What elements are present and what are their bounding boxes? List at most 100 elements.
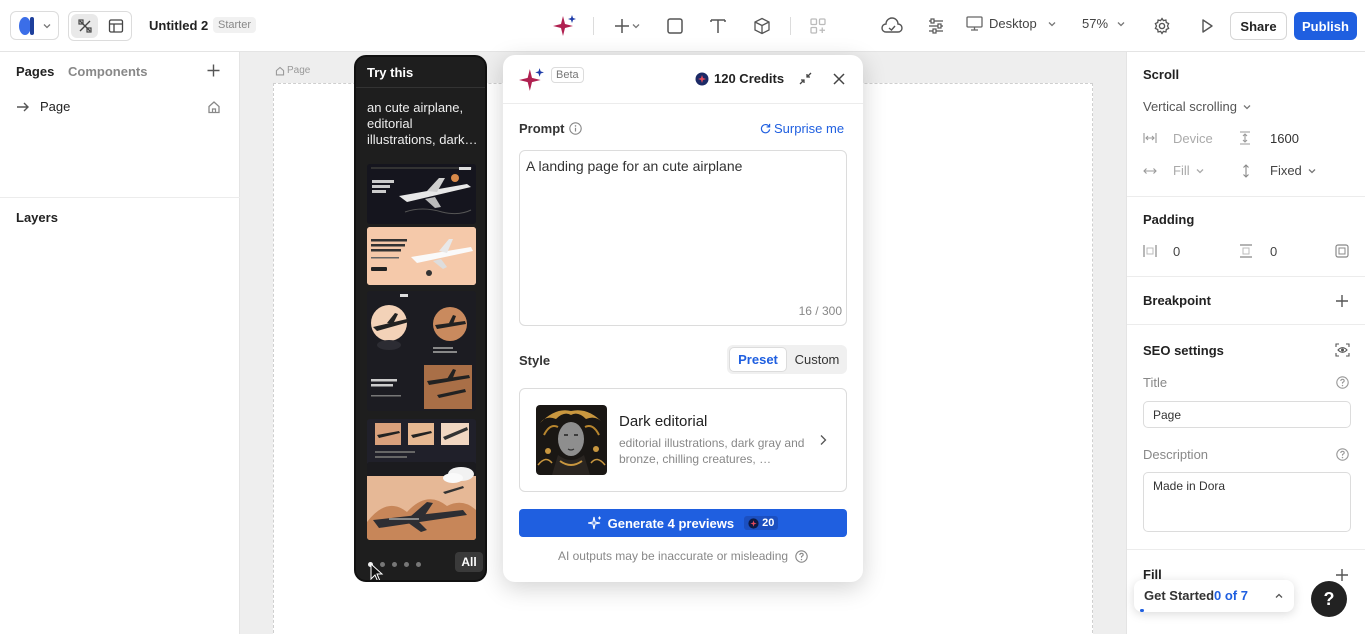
rectangle-tool-button[interactable]	[661, 12, 689, 40]
close-button[interactable]	[832, 72, 846, 86]
credits-display[interactable]: 120 Credits	[695, 71, 784, 86]
tab-custom[interactable]: Custom	[789, 347, 845, 372]
scroll-section: Scroll Vertical scrolling Device 1600 Fi…	[1127, 52, 1365, 197]
play-icon	[1202, 19, 1213, 33]
plus-icon[interactable]	[1335, 568, 1349, 582]
page-list-item[interactable]: Page	[16, 98, 226, 116]
breakpoint-section: Breakpoint	[1127, 277, 1365, 325]
try-this-panel: Try this an cute airplane, editorial ill…	[354, 55, 487, 582]
get-started-label: Get Started	[1144, 588, 1215, 603]
airplane-illustration	[367, 164, 476, 224]
text-icon	[710, 19, 726, 33]
tab-pages[interactable]: Pages	[16, 64, 54, 79]
example-thumbnail[interactable]	[367, 462, 476, 540]
padding-y-icon	[1240, 244, 1252, 258]
eye-icon[interactable]	[1335, 343, 1350, 357]
top-toolbar: Untitled 2 Starter Desktop 57% Share Pub…	[0, 0, 1365, 52]
scroll-mode-value: Vertical scrolling	[1143, 99, 1237, 114]
share-button[interactable]: Share	[1230, 12, 1287, 40]
plus-icon[interactable]	[1335, 294, 1349, 308]
all-label: All	[461, 555, 477, 569]
example-prompt[interactable]: an cute airplane, editorial illustration…	[367, 100, 479, 148]
breakpoint-title: Breakpoint	[1143, 293, 1211, 308]
home-icon	[275, 66, 285, 75]
preview-button[interactable]	[1193, 12, 1221, 40]
tab-preset[interactable]: Preset	[729, 347, 787, 372]
pagination-dot[interactable]	[416, 562, 421, 567]
collapse-button[interactable]	[799, 72, 812, 85]
divider	[356, 87, 485, 88]
grid-plus-icon	[810, 18, 826, 34]
zoom-select[interactable]: 57%	[1082, 16, 1126, 31]
chevron-right-icon	[820, 435, 827, 445]
seo-title-input[interactable]: Page	[1143, 401, 1351, 428]
char-count: 16 / 300	[798, 304, 842, 318]
components-button[interactable]	[804, 12, 832, 40]
info-icon[interactable]	[569, 122, 582, 135]
cms-mode-button[interactable]	[102, 14, 129, 38]
horizontal-resize-icon	[1143, 168, 1157, 174]
surprise-me-button[interactable]: Surprise me	[760, 121, 844, 136]
tab-components[interactable]: Components	[68, 64, 147, 79]
prompt-textarea[interactable]: A landing page for an cute airplane 16 /…	[519, 150, 847, 326]
device-select[interactable]: Desktop	[966, 16, 1057, 31]
plus-icon	[207, 64, 220, 77]
height-value-field[interactable]: 1600	[1270, 131, 1299, 146]
table-icon	[108, 19, 123, 33]
home-icon	[208, 101, 220, 114]
arrange-button[interactable]	[922, 12, 950, 40]
seo-description-textarea[interactable]: Made in Dora	[1143, 472, 1351, 532]
ai-generate-button[interactable]	[551, 12, 579, 40]
help-circle-icon[interactable]	[795, 549, 808, 563]
pagination-dot[interactable]	[404, 562, 409, 567]
height-sizing-select[interactable]: Fixed	[1270, 163, 1317, 178]
get-started-widget[interactable]: Get Started 0 of 7	[1134, 580, 1294, 612]
device-width-field[interactable]: Device	[1173, 131, 1213, 146]
left-panel: Pages Components Page Layers	[0, 52, 240, 634]
frame-label[interactable]: Page	[275, 65, 310, 76]
generate-cost: 20	[762, 517, 775, 529]
example-thumbnail[interactable]	[367, 291, 476, 411]
generate-button[interactable]: Generate 4 previews 20	[519, 509, 847, 537]
width-sizing-select[interactable]: Fill	[1173, 163, 1205, 178]
project-name[interactable]: Untitled 2	[149, 18, 208, 33]
scroll-mode-select[interactable]: Vertical scrolling	[1143, 99, 1252, 114]
example-thumbnail[interactable]	[367, 227, 476, 285]
preset-label: Preset	[738, 352, 778, 367]
progress-bar	[1140, 609, 1144, 612]
app-menu-button[interactable]	[10, 11, 59, 40]
get-started-progress: 0 of 7	[1214, 588, 1248, 603]
chevron-down-icon	[1117, 21, 1125, 26]
airplane-illustration	[367, 291, 476, 411]
insert-button[interactable]	[607, 12, 647, 40]
pagination-dot[interactable]	[392, 562, 397, 567]
chevron-down-icon	[1196, 168, 1204, 173]
divider	[790, 17, 791, 35]
add-page-button[interactable]	[206, 63, 221, 78]
sliders-icon	[929, 18, 943, 34]
style-preset-card[interactable]: Dark editorial editorial illustrations, …	[519, 388, 847, 492]
3d-tool-button[interactable]	[748, 12, 776, 40]
cloud-check-icon	[881, 17, 903, 33]
padding-y-value[interactable]: 0	[1270, 244, 1277, 259]
check-button[interactable]	[877, 12, 907, 40]
example-thumbnail[interactable]	[367, 164, 476, 224]
padding-title: Padding	[1143, 212, 1195, 227]
help-button[interactable]: ?	[1311, 581, 1347, 617]
divider	[0, 197, 240, 198]
scroll-title: Scroll	[1143, 67, 1180, 82]
padding-x-value[interactable]: 0	[1173, 244, 1180, 259]
settings-button[interactable]	[1148, 12, 1176, 40]
help-circle-icon[interactable]	[1336, 448, 1349, 461]
device-label: Desktop	[989, 16, 1037, 31]
arrow-right-icon	[17, 102, 29, 112]
text-tool-button[interactable]	[704, 12, 732, 40]
design-mode-button[interactable]	[71, 14, 98, 38]
help-circle-icon[interactable]	[1336, 376, 1349, 389]
publish-button[interactable]: Publish	[1294, 12, 1357, 40]
height-icon	[1240, 131, 1250, 145]
vertical-resize-icon	[1243, 164, 1249, 178]
all-examples-button[interactable]: All	[455, 552, 483, 572]
seo-section: SEO settings Title Page Description Made…	[1127, 325, 1365, 550]
padding-expand-icon[interactable]	[1335, 244, 1349, 258]
